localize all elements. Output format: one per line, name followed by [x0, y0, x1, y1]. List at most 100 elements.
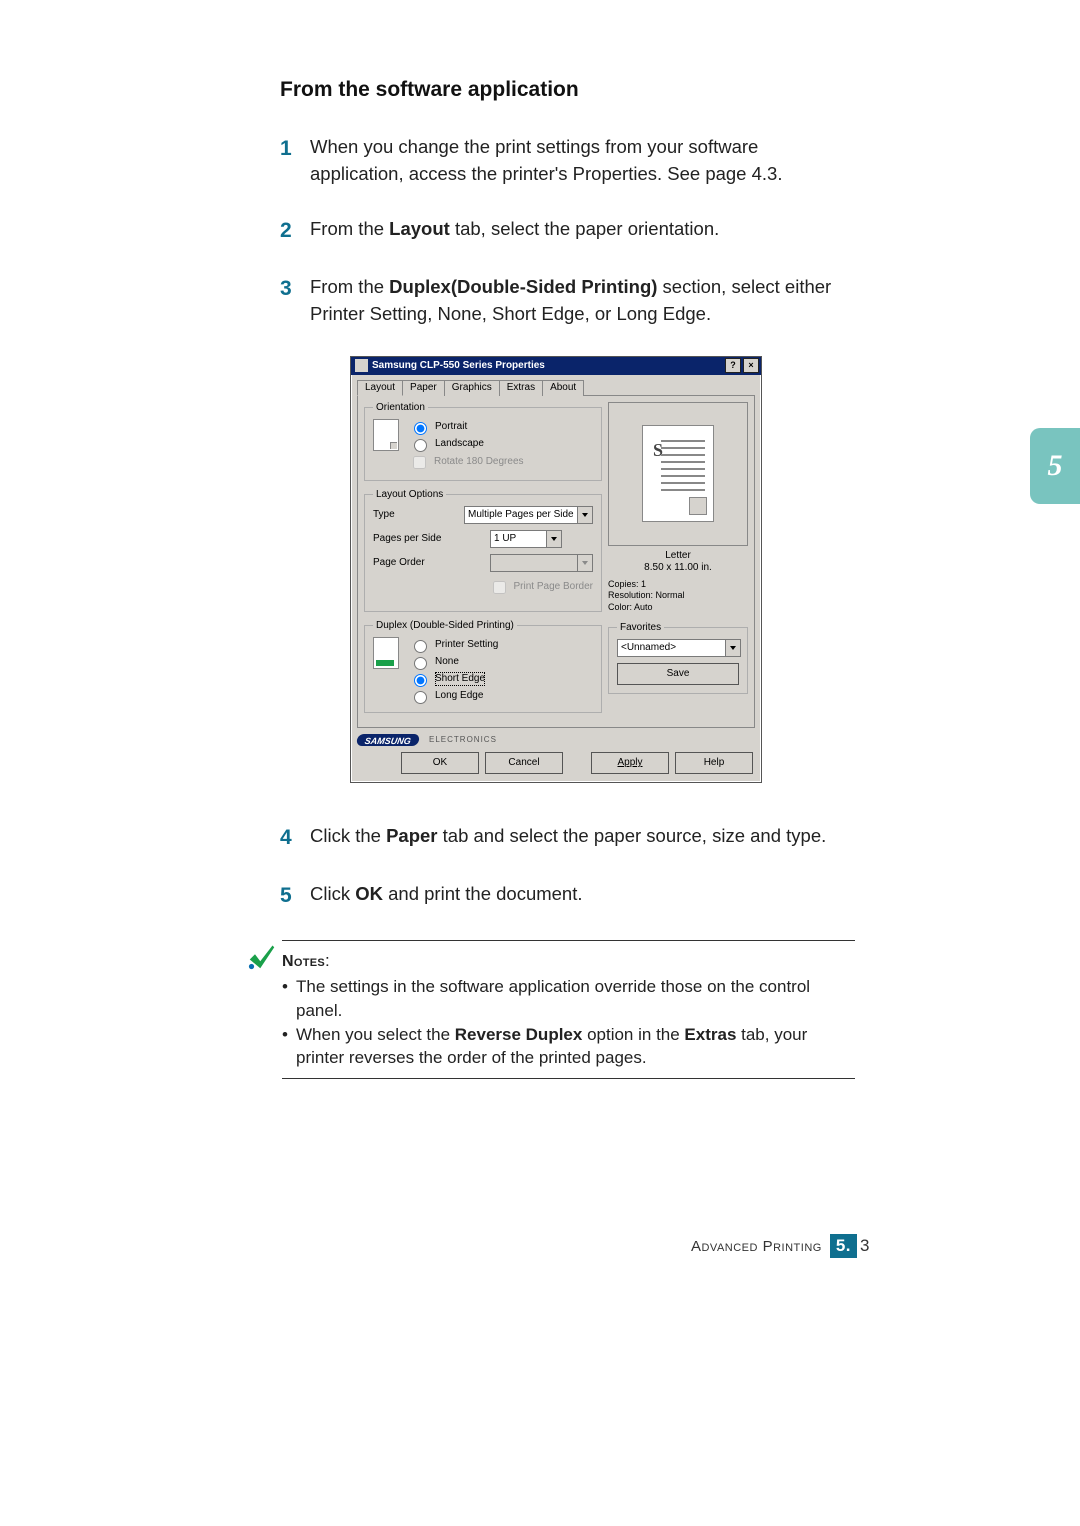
step-number: 3: [280, 274, 310, 328]
radio-none[interactable]: None: [409, 654, 498, 670]
radio-input[interactable]: [414, 674, 427, 687]
bullet-icon: •: [282, 1023, 296, 1071]
preview-caption: Letter 8.50 x 11.00 in.: [608, 550, 748, 575]
paper-size: 8.50 x 11.00 in.: [608, 562, 748, 575]
cancel-button[interactable]: Cancel: [485, 752, 563, 774]
preview-page-icon: S: [642, 425, 714, 522]
step-text: From the Duplex(Double-Sided Printing) s…: [310, 274, 855, 328]
chapter-side-tab: 5: [1030, 428, 1080, 504]
radio-input[interactable]: [414, 657, 427, 670]
tab-panel: Orientation Portrait Landscape: [357, 395, 755, 728]
ok-button[interactable]: OK: [401, 752, 479, 774]
text: option in the: [582, 1025, 684, 1044]
paper-name: Letter: [608, 550, 748, 563]
field-label: Page Order: [373, 557, 458, 568]
tab-layout[interactable]: Layout: [357, 380, 403, 396]
help-button-titlebar[interactable]: ?: [725, 358, 741, 373]
bold: Duplex(Double-Sided Printing): [389, 276, 657, 297]
field-label: Type: [373, 509, 458, 520]
radio-label: Portrait: [435, 420, 467, 434]
notes-icon-column: [242, 940, 282, 975]
note-text: When you select the Reverse Duplex optio…: [296, 1023, 855, 1071]
group-legend: Layout Options: [373, 489, 446, 500]
radio-landscape[interactable]: Landscape: [409, 436, 524, 452]
favorites-dropdown[interactable]: <Unnamed>: [617, 639, 741, 657]
radio-input[interactable]: [414, 640, 427, 653]
text: and print the document.: [383, 883, 583, 904]
step: 2 From the Layout tab, select the paper …: [280, 216, 855, 246]
footer-label: Advanced Printing: [691, 1238, 822, 1255]
chevron-down-icon[interactable]: [725, 640, 740, 656]
group-legend: Orientation: [373, 402, 428, 413]
page-order-dropdown: [490, 554, 593, 572]
field-label: Pages per Side: [373, 533, 458, 544]
radio-label: Landscape: [435, 437, 484, 451]
tab-graphics[interactable]: Graphics: [444, 380, 500, 396]
layout-options-group: Layout Options Type Multiple Pages per S…: [364, 489, 602, 612]
radio-input[interactable]: [414, 439, 427, 452]
radio-label: Short Edge: [435, 672, 485, 686]
step: 3 From the Duplex(Double-Sided Printing)…: [280, 274, 855, 328]
chevron-down-icon[interactable]: [577, 507, 592, 523]
pages-per-side-dropdown[interactable]: 1 UP: [490, 530, 562, 548]
step-text: From the Layout tab, select the paper or…: [310, 216, 855, 246]
text: When you select the: [296, 1025, 455, 1044]
checkbox-label: Rotate 180 Degrees: [434, 455, 524, 469]
bullet-icon: •: [282, 975, 296, 1023]
note-text: The settings in the software application…: [296, 975, 855, 1023]
group-legend: Favorites: [617, 622, 664, 633]
radio-short-edge[interactable]: Short Edge: [409, 671, 498, 687]
help-button[interactable]: Help: [675, 752, 753, 774]
step-number: 1: [280, 134, 310, 188]
tab-extras[interactable]: Extras: [499, 380, 543, 396]
apply-button[interactable]: Apply: [591, 752, 669, 774]
text: From the: [310, 276, 389, 297]
notes-heading-text: Notes: [282, 953, 325, 970]
dialog-title: Samsung CLP-550 Series Properties: [372, 360, 545, 371]
radio-input[interactable]: [414, 691, 427, 704]
duplex-group: Duplex (Double-Sided Printing) Printer S…: [364, 620, 602, 713]
tab-strip: Layout Paper Graphics Extras About: [351, 375, 761, 395]
radio-input[interactable]: [414, 422, 427, 435]
footer-chapter-box: 5.: [830, 1234, 857, 1258]
radio-printer-setting[interactable]: Printer Setting: [409, 637, 498, 653]
text: Click the: [310, 825, 386, 846]
dialog-titlebar[interactable]: Samsung CLP-550 Series Properties ? ×: [351, 357, 761, 375]
bold: Extras: [684, 1025, 736, 1044]
dialog-button-row: OK Cancel Apply Help: [351, 746, 761, 782]
manual-page: From the software application 1 When you…: [0, 0, 1080, 1526]
radio-label: Printer Setting: [435, 638, 498, 652]
step-text: Click OK and print the document.: [310, 881, 855, 911]
right-column: S Letter 8.50 x 11.00 in. Copies: 1: [608, 402, 748, 721]
radio-long-edge[interactable]: Long Edge: [409, 688, 498, 704]
text: tab, select the paper orientation.: [450, 218, 719, 239]
dropdown-value: 1 UP: [491, 533, 546, 544]
tab-paper[interactable]: Paper: [402, 380, 445, 396]
radio-label: Long Edge: [435, 689, 483, 703]
type-dropdown[interactable]: Multiple Pages per Side: [464, 506, 593, 524]
dropdown-value: <Unnamed>: [618, 642, 725, 653]
colon: :: [325, 951, 330, 970]
footer-page-number: 3: [859, 1236, 870, 1256]
bold: Reverse Duplex: [455, 1025, 583, 1044]
checkbox-label: Print Page Border: [514, 580, 594, 594]
group-legend: Duplex (Double-Sided Printing): [373, 620, 517, 631]
tab-about[interactable]: About: [542, 380, 584, 396]
resolution-info: Resolution: Normal: [608, 590, 748, 602]
radio-portrait[interactable]: Portrait: [409, 419, 524, 435]
notes-section: Notes: • The settings in the software ap…: [242, 940, 855, 1080]
bold: Paper: [386, 825, 437, 846]
preview-thumbnail-icon: [689, 497, 707, 515]
notes-box: Notes: • The settings in the software ap…: [282, 940, 855, 1080]
favorites-group: Favorites <Unnamed> Save: [608, 622, 748, 694]
brand-badge: SAMSUNG: [356, 734, 420, 746]
copies-info: Copies: 1: [608, 579, 748, 591]
brand-row: SAMSUNG ELECTRONICS: [357, 734, 755, 746]
page-preview: S: [608, 402, 748, 546]
chevron-down-icon[interactable]: [546, 531, 561, 547]
step-number: 5: [280, 881, 310, 911]
text: From the: [310, 218, 389, 239]
save-button[interactable]: Save: [617, 663, 739, 685]
close-button[interactable]: ×: [743, 358, 759, 373]
duplex-preview-icon: [373, 637, 399, 669]
